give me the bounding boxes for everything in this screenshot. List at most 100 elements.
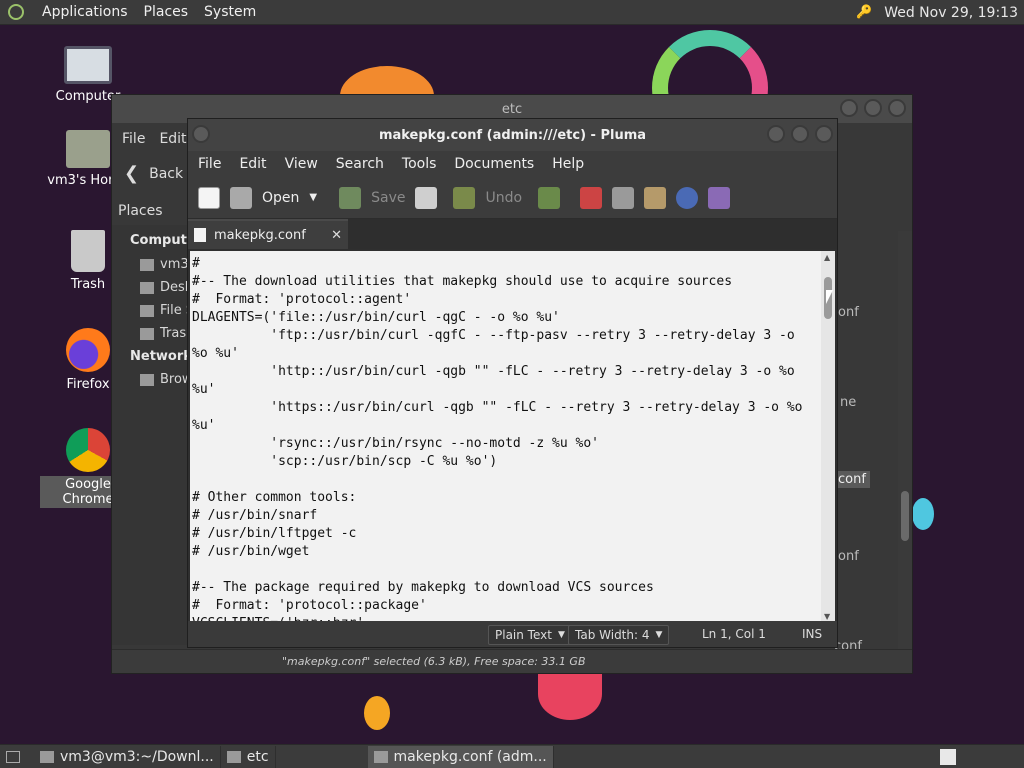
syntax-dropdown[interactable]: Plain Text ▼ bbox=[488, 625, 572, 645]
maximize-button[interactable] bbox=[864, 99, 882, 117]
open-button[interactable]: Open bbox=[262, 190, 299, 206]
back-arrow-icon: ❮ bbox=[124, 163, 140, 184]
wallpaper-pink-blob bbox=[538, 668, 602, 720]
clock[interactable]: Wed Nov 29, 19:13 bbox=[884, 5, 1018, 21]
editor-scrollbar[interactable]: ▲ ▼ bbox=[821, 251, 835, 623]
text-editor-titlebar[interactable]: makepkg.conf (admin:///etc) - Pluma bbox=[188, 119, 837, 151]
sidebar-item-home[interactable]: vm3 bbox=[140, 257, 189, 272]
cut-icon[interactable] bbox=[580, 186, 603, 209]
minimize-button[interactable] bbox=[767, 125, 785, 143]
menu-help[interactable]: Help bbox=[552, 156, 584, 172]
window-menu-button[interactable] bbox=[192, 125, 210, 143]
open-dropdown-icon[interactable]: ▼ bbox=[309, 192, 317, 203]
undo-button: Undo bbox=[485, 189, 523, 206]
find-icon[interactable] bbox=[676, 186, 699, 209]
menu-applications[interactable]: Applications bbox=[42, 4, 128, 20]
show-desktop-icon[interactable] bbox=[6, 750, 20, 763]
places-selector[interactable]: Places bbox=[118, 203, 163, 219]
tab-width-dropdown[interactable]: Tab Width: 4 ▼ bbox=[568, 625, 670, 645]
trash-icon bbox=[140, 327, 154, 340]
places-sidebar: Computer vm3 Desktop File System Trash N… bbox=[112, 225, 266, 645]
file-label-selected[interactable]: conf bbox=[834, 471, 870, 488]
scroll-down-icon[interactable]: ▼ bbox=[824, 612, 830, 621]
sidebar-heading-network: Network bbox=[130, 349, 192, 364]
menu-edit[interactable]: Edit bbox=[239, 156, 266, 172]
network-icon[interactable]: 🔑 bbox=[856, 5, 872, 20]
tab-label: makepkg.conf bbox=[214, 227, 306, 243]
file-manager-status: "makepkg.conf" selected (6.3 kB), Free s… bbox=[112, 649, 912, 673]
file-label[interactable]: ne bbox=[840, 395, 856, 410]
taskbar-item-pluma[interactable]: makepkg.conf (adm... bbox=[367, 745, 554, 768]
document-content[interactable]: # #-- The download utilities that makepk… bbox=[190, 251, 822, 623]
home-folder-icon bbox=[66, 130, 110, 168]
home-icon bbox=[140, 258, 154, 271]
minimize-button[interactable] bbox=[840, 99, 858, 117]
file-manager-scrollbar[interactable] bbox=[898, 231, 912, 651]
taskbar-item-terminal[interactable]: vm3@vm3:~/Downl... bbox=[34, 745, 221, 768]
wallpaper-teal-blob bbox=[912, 498, 934, 530]
chevron-down-icon: ▼ bbox=[557, 630, 565, 640]
back-label: Back bbox=[149, 165, 184, 182]
file-label[interactable]: onf bbox=[838, 549, 859, 564]
menu-system[interactable]: System bbox=[204, 4, 256, 20]
paste-icon[interactable] bbox=[644, 186, 667, 209]
cursor-position: Ln 1, Col 1 bbox=[702, 627, 766, 641]
scroll-up-icon[interactable]: ▲ bbox=[824, 253, 830, 262]
desktop-icon-label: Firefox bbox=[66, 377, 110, 392]
top-panel: Applications Places System 🔑 Wed Nov 29,… bbox=[0, 0, 1024, 25]
text-editor-menubar: File Edit View Search Tools Documents He… bbox=[188, 151, 837, 177]
scrollbar-thumb[interactable] bbox=[901, 491, 909, 541]
back-button[interactable]: ❮ Back bbox=[124, 163, 183, 184]
network-icon bbox=[140, 373, 154, 386]
tab-width-value: Tab Width: 4 bbox=[575, 628, 650, 642]
close-tab-icon[interactable]: ✕ bbox=[331, 228, 342, 243]
text-editor-title: makepkg.conf (admin:///etc) - Pluma bbox=[378, 127, 647, 143]
tab-makepkg-conf[interactable]: makepkg.conf ✕ bbox=[188, 219, 348, 249]
text-editor-toolbar: Open ▼ Save Undo bbox=[188, 177, 837, 219]
menu-places[interactable]: Places bbox=[144, 4, 189, 20]
new-document-icon[interactable] bbox=[198, 186, 220, 209]
wallpaper-small-blob bbox=[364, 696, 390, 730]
close-button[interactable] bbox=[815, 125, 833, 143]
distro-logo-icon[interactable] bbox=[8, 4, 24, 20]
folder-icon bbox=[226, 750, 241, 763]
taskbar-item-label: etc bbox=[246, 748, 269, 765]
menu-documents[interactable]: Documents bbox=[454, 156, 534, 172]
menu-search[interactable]: Search bbox=[336, 156, 384, 172]
menu-view[interactable]: View bbox=[285, 156, 318, 172]
chrome-icon bbox=[66, 428, 110, 472]
workspace-switcher-icon[interactable] bbox=[940, 749, 956, 765]
insert-mode: INS bbox=[802, 627, 823, 641]
firefox-icon bbox=[66, 328, 110, 372]
mouse-cursor bbox=[826, 290, 833, 304]
desktop-icon-label: Trash bbox=[70, 277, 106, 292]
menu-file[interactable]: File bbox=[198, 156, 221, 172]
taskbar-item-etc[interactable]: etc bbox=[221, 745, 276, 768]
document-icon bbox=[194, 228, 206, 242]
menu-tools[interactable]: Tools bbox=[402, 156, 437, 172]
document-tabs: makepkg.conf ✕ bbox=[188, 219, 837, 249]
taskbar-item-label: makepkg.conf (adm... bbox=[393, 748, 547, 765]
trash-icon bbox=[71, 230, 105, 272]
copy-icon[interactable] bbox=[612, 186, 635, 209]
chevron-down-icon: ▼ bbox=[655, 630, 663, 640]
text-editor-area[interactable]: # #-- The download utilities that makepk… bbox=[190, 251, 822, 623]
close-button[interactable] bbox=[888, 99, 906, 117]
desktop-folder-icon bbox=[140, 281, 154, 294]
replace-icon[interactable] bbox=[708, 186, 731, 209]
file-label[interactable]: onf bbox=[838, 305, 859, 320]
save-button: Save bbox=[371, 189, 406, 206]
drive-icon bbox=[140, 304, 154, 317]
maximize-button[interactable] bbox=[791, 125, 809, 143]
caja-menu-file[interactable]: File bbox=[122, 131, 145, 147]
caja-menu-edit[interactable]: Edit bbox=[159, 131, 186, 147]
print-icon[interactable] bbox=[415, 186, 438, 209]
sidebar-item-label: vm3 bbox=[160, 257, 189, 272]
text-editor-window: makepkg.conf (admin:///etc) - Pluma File… bbox=[187, 118, 838, 648]
bottom-taskbar: vm3@vm3:~/Downl... etc makepkg.conf (adm… bbox=[0, 744, 1024, 768]
computer-icon bbox=[64, 46, 112, 84]
open-icon[interactable] bbox=[230, 186, 252, 209]
taskbar-item-label: vm3@vm3:~/Downl... bbox=[60, 748, 214, 765]
redo-icon bbox=[538, 186, 561, 209]
terminal-icon bbox=[40, 750, 54, 763]
